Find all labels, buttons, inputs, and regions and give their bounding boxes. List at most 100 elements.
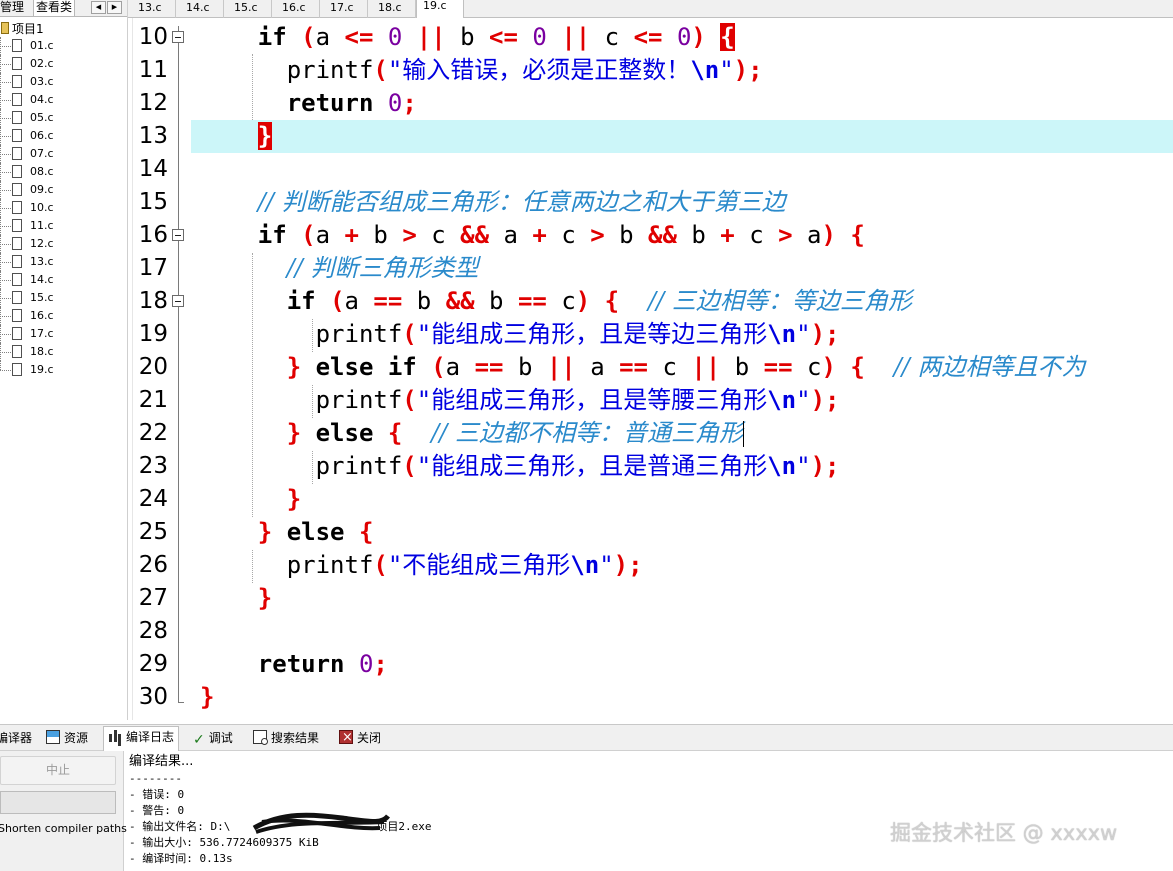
tree-file-item[interactable]: 18.c bbox=[0, 343, 127, 361]
tree-connector bbox=[0, 316, 11, 317]
tree-connector bbox=[0, 280, 11, 281]
tab-project-manage[interactable]: 管理 bbox=[0, 0, 26, 16]
project-tree: 项目1 01.c 02.c 03.c 04.c 05.c 06.c 07.c 08.c 09.c… bbox=[0, 19, 127, 379]
escape-sequence: \n bbox=[767, 386, 797, 414]
code-comment: // 三边都不相等：普通三角形 bbox=[431, 419, 744, 447]
file-icon bbox=[12, 57, 22, 70]
tree-file-item[interactable]: 04.c bbox=[0, 91, 127, 109]
compile-log-output: 编译结果... -------- - 错误: 0 - 警告: 0 - 输出文件名: D:… bbox=[129, 753, 829, 867]
identifier: c bbox=[431, 221, 446, 249]
tab-resources[interactable]: 资源 bbox=[46, 728, 88, 750]
log-compile-time: - 编译时间: 0.13s bbox=[129, 852, 233, 865]
code-editor[interactable]: 10 11 12 13 14 15 16 17 18 19 20 21 22 23 24 25 26 27 28 29… bbox=[128, 18, 1173, 720]
identifier: b bbox=[691, 221, 706, 249]
tree-file-item[interactable]: 19.c bbox=[0, 361, 127, 379]
file-tab[interactable]: 17.c bbox=[320, 0, 368, 18]
file-tab[interactable]: 16.c bbox=[272, 0, 320, 18]
file-tab[interactable]: 13.c bbox=[128, 0, 176, 18]
operator: > bbox=[590, 221, 605, 249]
watermark: 掘金技术社区 @ xxxxw bbox=[890, 821, 1118, 845]
file-icon bbox=[12, 363, 22, 376]
tree-file-item[interactable]: 01.c bbox=[0, 37, 127, 55]
tab-close[interactable]: 关闭 bbox=[339, 728, 381, 750]
tree-file-item[interactable]: 08.c bbox=[0, 163, 127, 181]
scroll-left-icon[interactable]: ◀ bbox=[91, 1, 106, 14]
file-icon bbox=[12, 237, 22, 250]
tree-connector bbox=[0, 334, 11, 335]
tab-label: 调试 bbox=[208, 731, 233, 745]
string-end: " bbox=[796, 386, 811, 414]
tab-class-browser[interactable]: 查看类 bbox=[33, 0, 76, 16]
keyword-else: else bbox=[315, 353, 374, 381]
file-icon bbox=[12, 273, 22, 286]
tree-file-item[interactable]: 17.c bbox=[0, 325, 127, 343]
tab-debug[interactable]: ✓ 调试 bbox=[193, 728, 233, 750]
file-icon bbox=[12, 165, 22, 178]
fold-toggle-icon[interactable] bbox=[172, 295, 184, 307]
tree-file-item[interactable]: 12.c bbox=[0, 235, 127, 253]
tree-file-item[interactable]: 06.c bbox=[0, 127, 127, 145]
file-tab[interactable]: 18.c bbox=[368, 0, 416, 18]
file-icon bbox=[12, 219, 22, 232]
code-line-25: } else { bbox=[257, 518, 374, 546]
identifier: a bbox=[315, 23, 331, 51]
tree-connector bbox=[0, 262, 11, 263]
function-call: printf bbox=[286, 551, 374, 579]
keyword-return: return bbox=[257, 650, 345, 678]
identifier: c bbox=[662, 353, 677, 381]
tree-file-item[interactable]: 09.c bbox=[0, 181, 127, 199]
tree-file-item[interactable]: 10.c bbox=[0, 199, 127, 217]
code-line-27: } bbox=[257, 584, 273, 612]
tree-file-label: 01.c bbox=[30, 39, 54, 52]
line-number: 22 bbox=[138, 420, 168, 446]
identifier: b bbox=[373, 221, 388, 249]
tree-file-item[interactable]: 11.c bbox=[0, 217, 127, 235]
compile-controls: 中止 Shorten compiler paths bbox=[0, 751, 127, 871]
fold-toggle-icon[interactable] bbox=[172, 31, 184, 43]
tree-file-item[interactable]: 05.c bbox=[0, 109, 127, 127]
file-icon bbox=[12, 309, 22, 322]
tree-file-item[interactable]: 15.c bbox=[0, 289, 127, 307]
fold-toggle-icon[interactable] bbox=[172, 229, 184, 241]
tree-file-item[interactable]: 14.c bbox=[0, 271, 127, 289]
file-icon bbox=[12, 327, 22, 340]
file-tab[interactable]: 15.c bbox=[224, 0, 272, 18]
scroll-right-icon[interactable]: ▶ bbox=[107, 1, 122, 14]
line-number: 11 bbox=[138, 57, 168, 83]
code-line-22: } else { // 三边都不相等：普通三角形 bbox=[286, 419, 745, 447]
string-literal: "能组成三角形，且是等边三角形 bbox=[416, 320, 768, 348]
tree-file-item[interactable]: 16.c bbox=[0, 307, 127, 325]
operator: > bbox=[402, 221, 417, 249]
escape-sequence: \n bbox=[767, 452, 797, 480]
tree-file-item[interactable]: 02.c bbox=[0, 55, 127, 73]
code-line-24: } bbox=[286, 485, 302, 513]
bar-chart-icon bbox=[108, 729, 122, 743]
tree-connector bbox=[0, 370, 11, 371]
tab-search-results[interactable]: 搜索结果 bbox=[253, 728, 319, 750]
file-tab[interactable]: 19.c bbox=[416, 0, 464, 19]
identifier: a bbox=[344, 287, 359, 315]
tab-compiler[interactable]: 编译器 bbox=[0, 728, 32, 750]
shorten-paths-checkbox-label[interactable]: Shorten compiler paths bbox=[0, 822, 127, 835]
tree-root-project[interactable]: 项目1 bbox=[0, 19, 127, 37]
code-line-12: return 0; bbox=[286, 89, 417, 117]
fold-guide-line bbox=[178, 26, 179, 703]
tree-connector bbox=[0, 118, 11, 119]
compile-progress-bar bbox=[0, 791, 116, 814]
folder-icon bbox=[1, 22, 9, 34]
tree-file-item[interactable]: 13.c bbox=[0, 253, 127, 271]
project-panel-tabs: 管理 查看类 ◀ ▶ bbox=[0, 0, 127, 17]
identifier: b bbox=[619, 221, 634, 249]
tab-compile-log[interactable]: 编译日志 bbox=[103, 726, 180, 751]
log-warnings: - 警告: 0 bbox=[129, 804, 185, 817]
file-tab[interactable]: 14.c bbox=[176, 0, 224, 18]
tree-file-item[interactable]: 03.c bbox=[0, 73, 127, 91]
current-line-highlight bbox=[191, 120, 1173, 153]
keyword-if: if bbox=[257, 23, 287, 51]
file-icon bbox=[12, 39, 22, 52]
identifier: b bbox=[416, 287, 432, 315]
file-icon bbox=[12, 93, 22, 106]
abort-button[interactable]: 中止 bbox=[0, 756, 116, 785]
tree-file-item[interactable]: 07.c bbox=[0, 145, 127, 163]
line-number: 19 bbox=[138, 321, 168, 347]
